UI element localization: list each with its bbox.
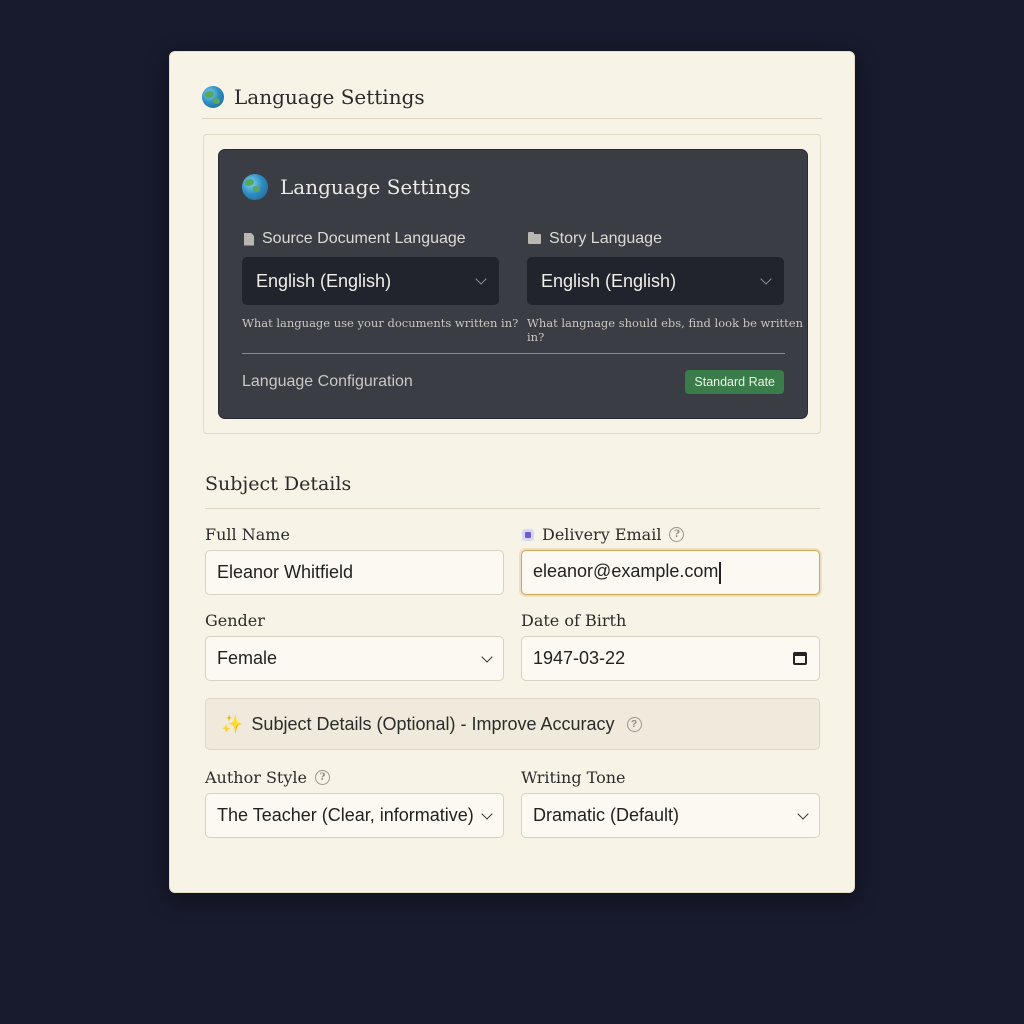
gender-label: Gender [205, 611, 265, 630]
globe-icon [242, 174, 268, 200]
delivery-email-label: Delivery Email ? [522, 525, 685, 544]
email-field[interactable]: eleanor@example.com [521, 550, 820, 595]
story-language-value: English (English) [541, 270, 677, 291]
source-language-select[interactable]: English (English) [242, 257, 499, 305]
subject-divider [205, 508, 820, 509]
author-style-label: Author Style ? [205, 768, 330, 787]
writing-tone-label: Writing Tone [521, 768, 626, 787]
email-value: eleanor@example.com [533, 561, 719, 582]
calendar-icon[interactable] [793, 652, 807, 665]
chevron-down-icon [481, 807, 493, 820]
help-icon[interactable]: ? [669, 527, 685, 542]
sparkle-icon: ✨ [221, 713, 244, 734]
panel-divider [242, 353, 785, 354]
language-panel: Language Settings Source Document Langua… [218, 149, 808, 419]
chevron-down-icon [760, 273, 772, 285]
delivery-email-label-text: Delivery Email [542, 525, 662, 544]
language-configuration-label: Language Configuration [242, 373, 413, 390]
text-cursor [719, 561, 721, 584]
email-icon [522, 528, 534, 541]
gender-label-text: Gender [205, 611, 265, 630]
source-language-value: English (English) [256, 270, 392, 291]
date-of-birth-label-text: Date of Birth [521, 611, 627, 630]
source-language-label-text: Source Document Language [262, 230, 466, 247]
language-panel-header: Language Settings [242, 174, 471, 200]
author-style-select[interactable]: The Teacher (Clear, informative) [205, 793, 504, 838]
story-language-hint: What langnage should ebs, find look be w… [527, 316, 803, 344]
chevron-down-icon [797, 807, 809, 820]
story-language-label-text: Story Language [549, 230, 662, 247]
settings-card: Language Settings Language Settings Sour… [169, 51, 855, 893]
help-icon[interactable]: ? [314, 770, 330, 785]
full-name-label: Full Name [205, 525, 290, 544]
writing-tone-select[interactable]: Dramatic (Default) [521, 793, 820, 838]
full-name-value: Eleanor Whitfield [217, 562, 354, 582]
date-of-birth-value: 1947-03-22 [533, 648, 626, 668]
header-divider [202, 118, 822, 119]
document-icon [244, 232, 254, 246]
subject-details-title: Subject Details [205, 473, 352, 495]
chevron-down-icon [481, 650, 493, 663]
full-name-field[interactable]: Eleanor Whitfield [205, 550, 504, 595]
source-language-hint: What language use your documents written… [242, 316, 519, 330]
gender-value: Female [217, 648, 278, 668]
source-language-label: Source Document Language [244, 230, 466, 248]
chevron-down-icon [475, 273, 487, 285]
gender-select[interactable]: Female [205, 636, 504, 681]
help-icon[interactable]: ? [626, 716, 642, 732]
author-style-value: The Teacher (Clear, informative) [217, 805, 474, 825]
optional-details-toggle[interactable]: ✨ Subject Details (Optional) - Improve A… [205, 698, 820, 750]
author-style-label-text: Author Style [205, 768, 307, 787]
card-header: Language Settings [202, 85, 425, 109]
story-language-label: Story Language [528, 230, 662, 248]
date-of-birth-label: Date of Birth [521, 611, 626, 630]
status-badge: Standard Rate [685, 370, 784, 394]
writing-tone-value: Dramatic (Default) [533, 805, 680, 825]
full-name-label-text: Full Name [205, 525, 290, 544]
optional-details-label: Subject Details (Optional) - Improve Acc… [251, 713, 615, 734]
email-value-wrap: eleanor@example.com [533, 561, 721, 584]
writing-tone-label-text: Writing Tone [521, 768, 626, 787]
globe-icon [202, 86, 224, 108]
folder-icon [528, 232, 541, 244]
story-language-select[interactable]: English (English) [527, 257, 784, 305]
card-title: Language Settings [234, 85, 425, 109]
date-of-birth-field[interactable]: 1947-03-22 [521, 636, 820, 681]
language-panel-title: Language Settings [280, 175, 471, 199]
